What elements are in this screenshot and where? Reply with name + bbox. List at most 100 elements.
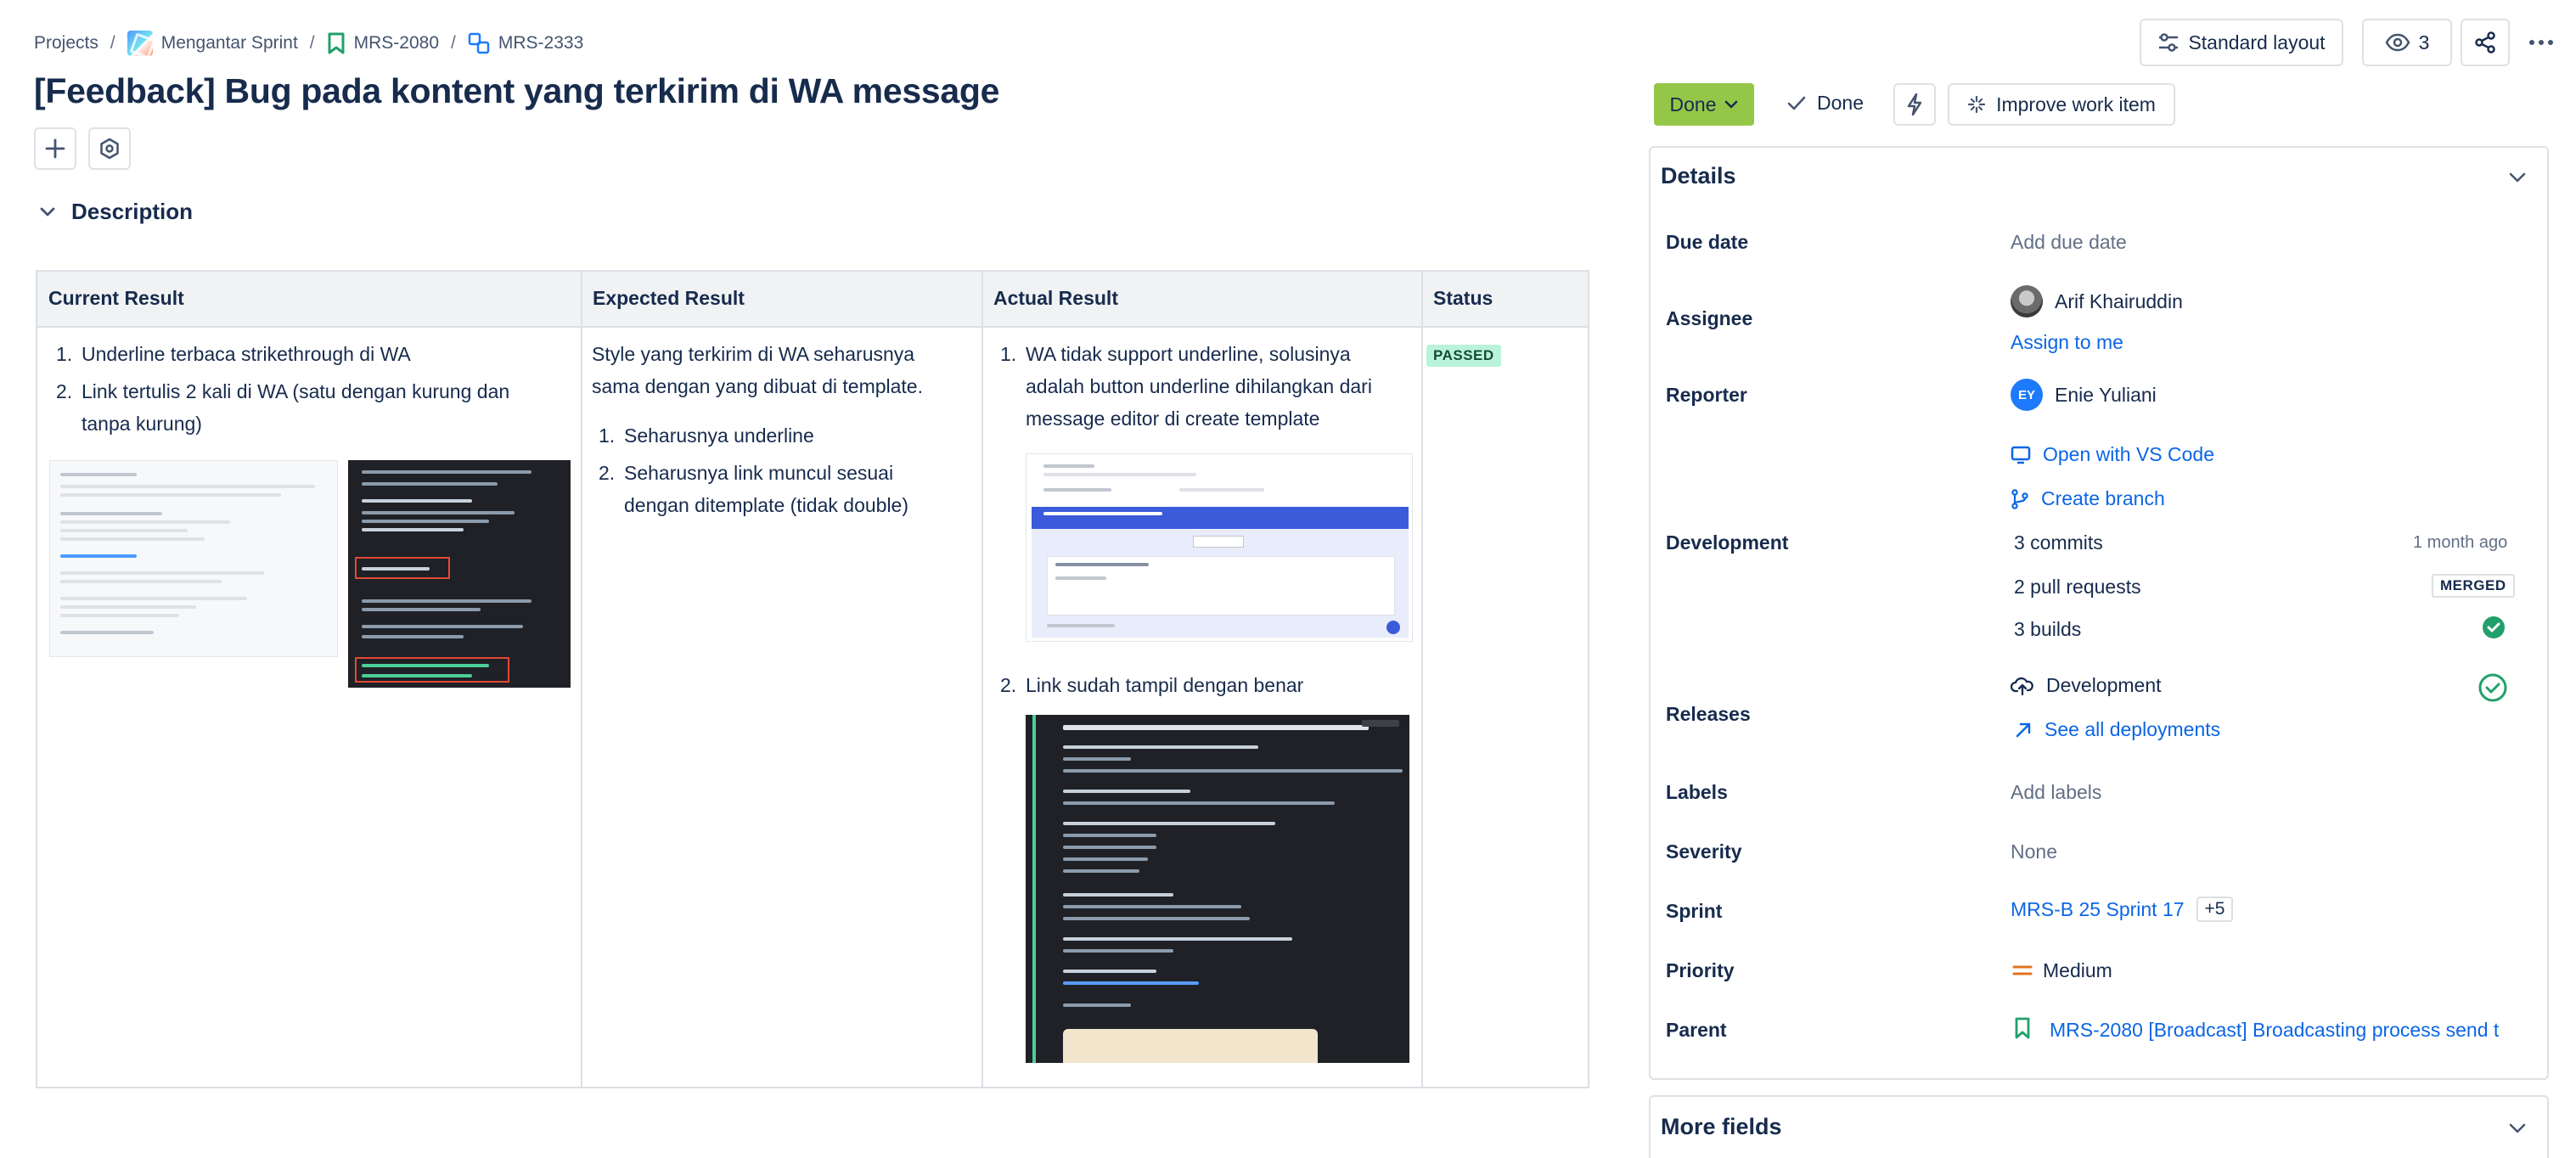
labels-field[interactable]: Add labels — [2011, 781, 2101, 804]
breadcrumb-issue[interactable]: MRS-2333 — [468, 32, 583, 54]
lightning-icon — [1907, 93, 1922, 116]
breadcrumb: Projects / Mengantar Sprint / MRS-2080 /… — [34, 31, 583, 56]
standard-layout-button[interactable]: Standard layout — [2140, 19, 2343, 66]
list-item: 2. Seharusnya link muncul sesuai dengan d… — [599, 462, 909, 516]
status-dropdown-button[interactable]: Done — [1654, 83, 1754, 126]
sprint-more-badge[interactable]: +5 — [2196, 897, 2234, 922]
page-title[interactable]: [Feedback] Bug pada kontent yang terkiri… — [34, 71, 999, 111]
description-heading: Description — [71, 199, 194, 224]
status-label: Done — [1669, 93, 1717, 115]
sparkle-icon — [1967, 95, 1986, 114]
release-environment[interactable]: Development — [2011, 674, 2162, 697]
column-header-status: Status — [1433, 287, 1493, 309]
avatar — [2011, 285, 2043, 318]
breadcrumb-separator: / — [110, 33, 115, 53]
breadcrumb-epic-label[interactable]: MRS-2080 — [354, 33, 439, 53]
priority-medium-icon — [2012, 965, 2033, 975]
list-item: 2. Link sudah tampil dengan benar — [1000, 674, 1304, 696]
severity-field[interactable]: None — [2011, 840, 2057, 863]
priority-value[interactable]: Medium — [2043, 959, 2112, 982]
automation-button[interactable] — [1893, 83, 1936, 126]
details-heading[interactable]: Details — [1661, 163, 1736, 189]
reporter-value[interactable]: Enie Yuliani — [2055, 384, 2157, 407]
eye-icon — [2385, 33, 2410, 52]
create-branch-link[interactable]: Create branch — [2011, 487, 2165, 510]
sprint-field[interactable]: MRS-B 25 Sprint 17 +5 — [2011, 897, 2234, 922]
standard-layout-label: Standard layout — [2188, 31, 2326, 53]
check-icon — [1787, 96, 1806, 110]
priority-label: Priority — [1666, 959, 1735, 981]
monitor-icon — [2011, 446, 2031, 464]
open-vscode-link[interactable]: Open with VS Code — [2011, 443, 2214, 466]
arrow-up-right-icon — [2016, 722, 2031, 737]
more-fields-panel[interactable] — [1649, 1095, 2549, 1158]
builds-link[interactable]: 3 builds — [2014, 618, 2081, 641]
breadcrumb-project[interactable]: Mengantar Sprint — [127, 31, 298, 56]
list-item: 1. Seharusnya underline — [599, 424, 814, 447]
settings-hexagon-icon — [100, 138, 119, 160]
apps-button[interactable] — [88, 127, 131, 170]
more-actions-button[interactable] — [2517, 19, 2566, 66]
bookmark-icon — [2015, 1017, 2030, 1039]
screenshot-thumbnail-broadcast[interactable] — [1026, 715, 1409, 1063]
column-header-expected: Expected Result — [593, 287, 745, 309]
more-fields-heading[interactable]: More fields — [1661, 1114, 1782, 1140]
breadcrumb-separator: / — [309, 33, 315, 53]
breadcrumb-separator: / — [451, 33, 456, 53]
list-item-text: Seharusnya underline — [624, 424, 814, 447]
description-header[interactable]: Description — [39, 199, 193, 225]
see-all-deployments-link[interactable]: See all deployments — [2014, 718, 2220, 741]
share-button[interactable] — [2461, 19, 2510, 66]
commits-link[interactable]: 3 commits — [2014, 531, 2103, 554]
breadcrumb-projects-label[interactable]: Projects — [34, 33, 98, 53]
breadcrumb-issue-label[interactable]: MRS-2333 — [498, 33, 583, 53]
parent-link[interactable]: MRS-2080 [Broadcast] Broadcasting proces… — [2050, 1019, 2542, 1042]
branch-icon — [2011, 488, 2028, 509]
chevron-down-icon[interactable] — [2508, 171, 2527, 183]
expected-result-list: 1. Seharusnya underline 2. Seharusnya link… — [592, 419, 948, 526]
breadcrumb-projects[interactable]: Projects — [34, 33, 98, 53]
assignee-value[interactable]: Arif Khairuddin — [2055, 290, 2183, 313]
bookmark-icon — [328, 32, 345, 54]
add-button[interactable] — [34, 127, 76, 170]
screenshot-thumbnail-editor[interactable] — [1026, 453, 1413, 642]
labels-label: Labels — [1666, 781, 1728, 803]
column-header-current: Current Result — [48, 287, 184, 309]
improve-work-item-button[interactable]: Improve work item — [1948, 83, 2175, 126]
list-item-text: Link sudah tampil dengan benar — [1026, 674, 1304, 696]
list-item-text: Underline terbaca strikethrough di WA — [82, 343, 411, 365]
subtask-icon — [468, 32, 490, 54]
due-date-field[interactable]: Add due date — [2011, 231, 2127, 254]
details-panel — [1649, 146, 2549, 1080]
sprint-link[interactable]: MRS-B 25 Sprint 17 — [2011, 898, 2185, 921]
severity-label: Severity — [1666, 840, 1742, 863]
actual-result-list-2: 2. Link sudah tampil dengan benar — [993, 669, 1401, 706]
pr-status-badge: MERGED — [2432, 574, 2515, 598]
current-result-list: 1. Underline terbaca strikethrough di WA … — [49, 338, 550, 445]
watch-count: 3 — [2418, 31, 2430, 53]
breadcrumb-epic[interactable]: MRS-2080 — [327, 32, 439, 54]
reporter-label: Reporter — [1666, 384, 1747, 406]
breadcrumb-project-label[interactable]: Mengantar Sprint — [161, 33, 298, 53]
screenshot-thumbnail-light[interactable] — [49, 460, 338, 657]
actual-result-list: 1. WA tidak support underline, solusinya … — [993, 338, 1401, 440]
development-label: Development — [1666, 531, 1789, 554]
table-column-status — [1423, 272, 1588, 1087]
watch-button[interactable]: 3 — [2362, 19, 2452, 66]
list-item-text: Seharusnya link muncul sesuai dengan dit… — [624, 462, 909, 516]
assign-to-me-link[interactable]: Assign to me — [2011, 331, 2123, 354]
cloud-upload-icon — [2011, 677, 2033, 695]
list-item: 2. Link tertulis 2 kali di WA (satu denga… — [56, 380, 510, 435]
due-date-label: Due date — [1666, 231, 1749, 253]
more-horizontal-icon — [2529, 40, 2553, 45]
screenshot-thumbnail-dark[interactable] — [348, 460, 571, 688]
sliders-icon — [2159, 33, 2179, 52]
chevron-down-icon[interactable] — [2508, 1122, 2527, 1134]
expected-result-intro: Style yang terkirim di WA seharusnya sam… — [592, 343, 923, 397]
release-environment-label: Development — [2046, 674, 2162, 696]
list-item-text: WA tidak support underline, solusinya ad… — [1026, 343, 1372, 430]
see-all-deployments-label: See all deployments — [2044, 718, 2221, 740]
pull-requests-link[interactable]: 2 pull requests — [2014, 576, 2141, 599]
plus-icon — [45, 138, 65, 159]
chevron-down-icon[interactable] — [39, 206, 56, 218]
